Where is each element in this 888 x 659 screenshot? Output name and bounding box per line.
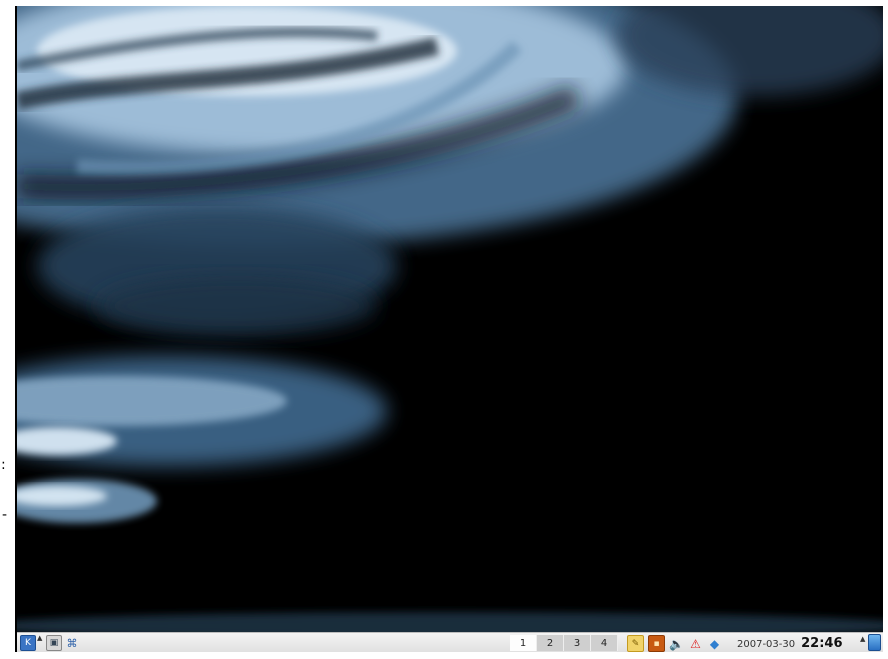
clock-time: 22:46	[801, 636, 843, 651]
tray-expand-arrow-icon[interactable]: ▲	[860, 635, 866, 643]
desktop-wallpaper[interactable]	[17, 6, 883, 632]
network-status-icon[interactable]: ◆	[707, 636, 722, 651]
desktop-pager: 1 2 3 4	[510, 635, 618, 651]
expand-arrow-icon[interactable]: ▲	[37, 634, 43, 642]
network-icon[interactable]: ⌘	[65, 636, 79, 650]
show-desktop-icon[interactable]: ▣	[46, 635, 62, 651]
trash-area: ▲	[859, 634, 881, 651]
margin-colon-mark: :	[1, 457, 6, 473]
margin-dash-mark: -	[2, 507, 8, 523]
system-tray: ✎ ▪ 🔈 ⚠ ◆	[627, 635, 726, 652]
desktop-screen: K ▲ ▣ ⌘ 1 2 3 4 ✎ ▪ 🔈 ⚠ ◆ 2007-03-30 22:…	[15, 6, 883, 652]
trash-icon[interactable]	[868, 634, 881, 651]
warning-icon[interactable]: ⚠	[688, 636, 703, 651]
pager-desktop-1[interactable]: 1	[510, 635, 537, 651]
kde-menu-icon[interactable]: K	[20, 635, 36, 651]
pager-desktop-2[interactable]: 2	[537, 635, 564, 651]
klipper-clipboard-icon[interactable]: ✎	[627, 635, 644, 652]
clock-date: 2007-03-30	[737, 639, 796, 650]
kwallet-icon[interactable]: ▪	[648, 635, 665, 652]
pager-desktop-3[interactable]: 3	[564, 635, 591, 651]
volume-icon[interactable]: 🔈	[669, 636, 684, 651]
taskbar: K ▲ ▣ ⌘ 1 2 3 4 ✎ ▪ 🔈 ⚠ ◆ 2007-03-30 22:…	[17, 632, 883, 652]
pager-desktop-4[interactable]: 4	[591, 635, 618, 651]
clock[interactable]: 2007-03-30 22:46	[737, 636, 843, 651]
